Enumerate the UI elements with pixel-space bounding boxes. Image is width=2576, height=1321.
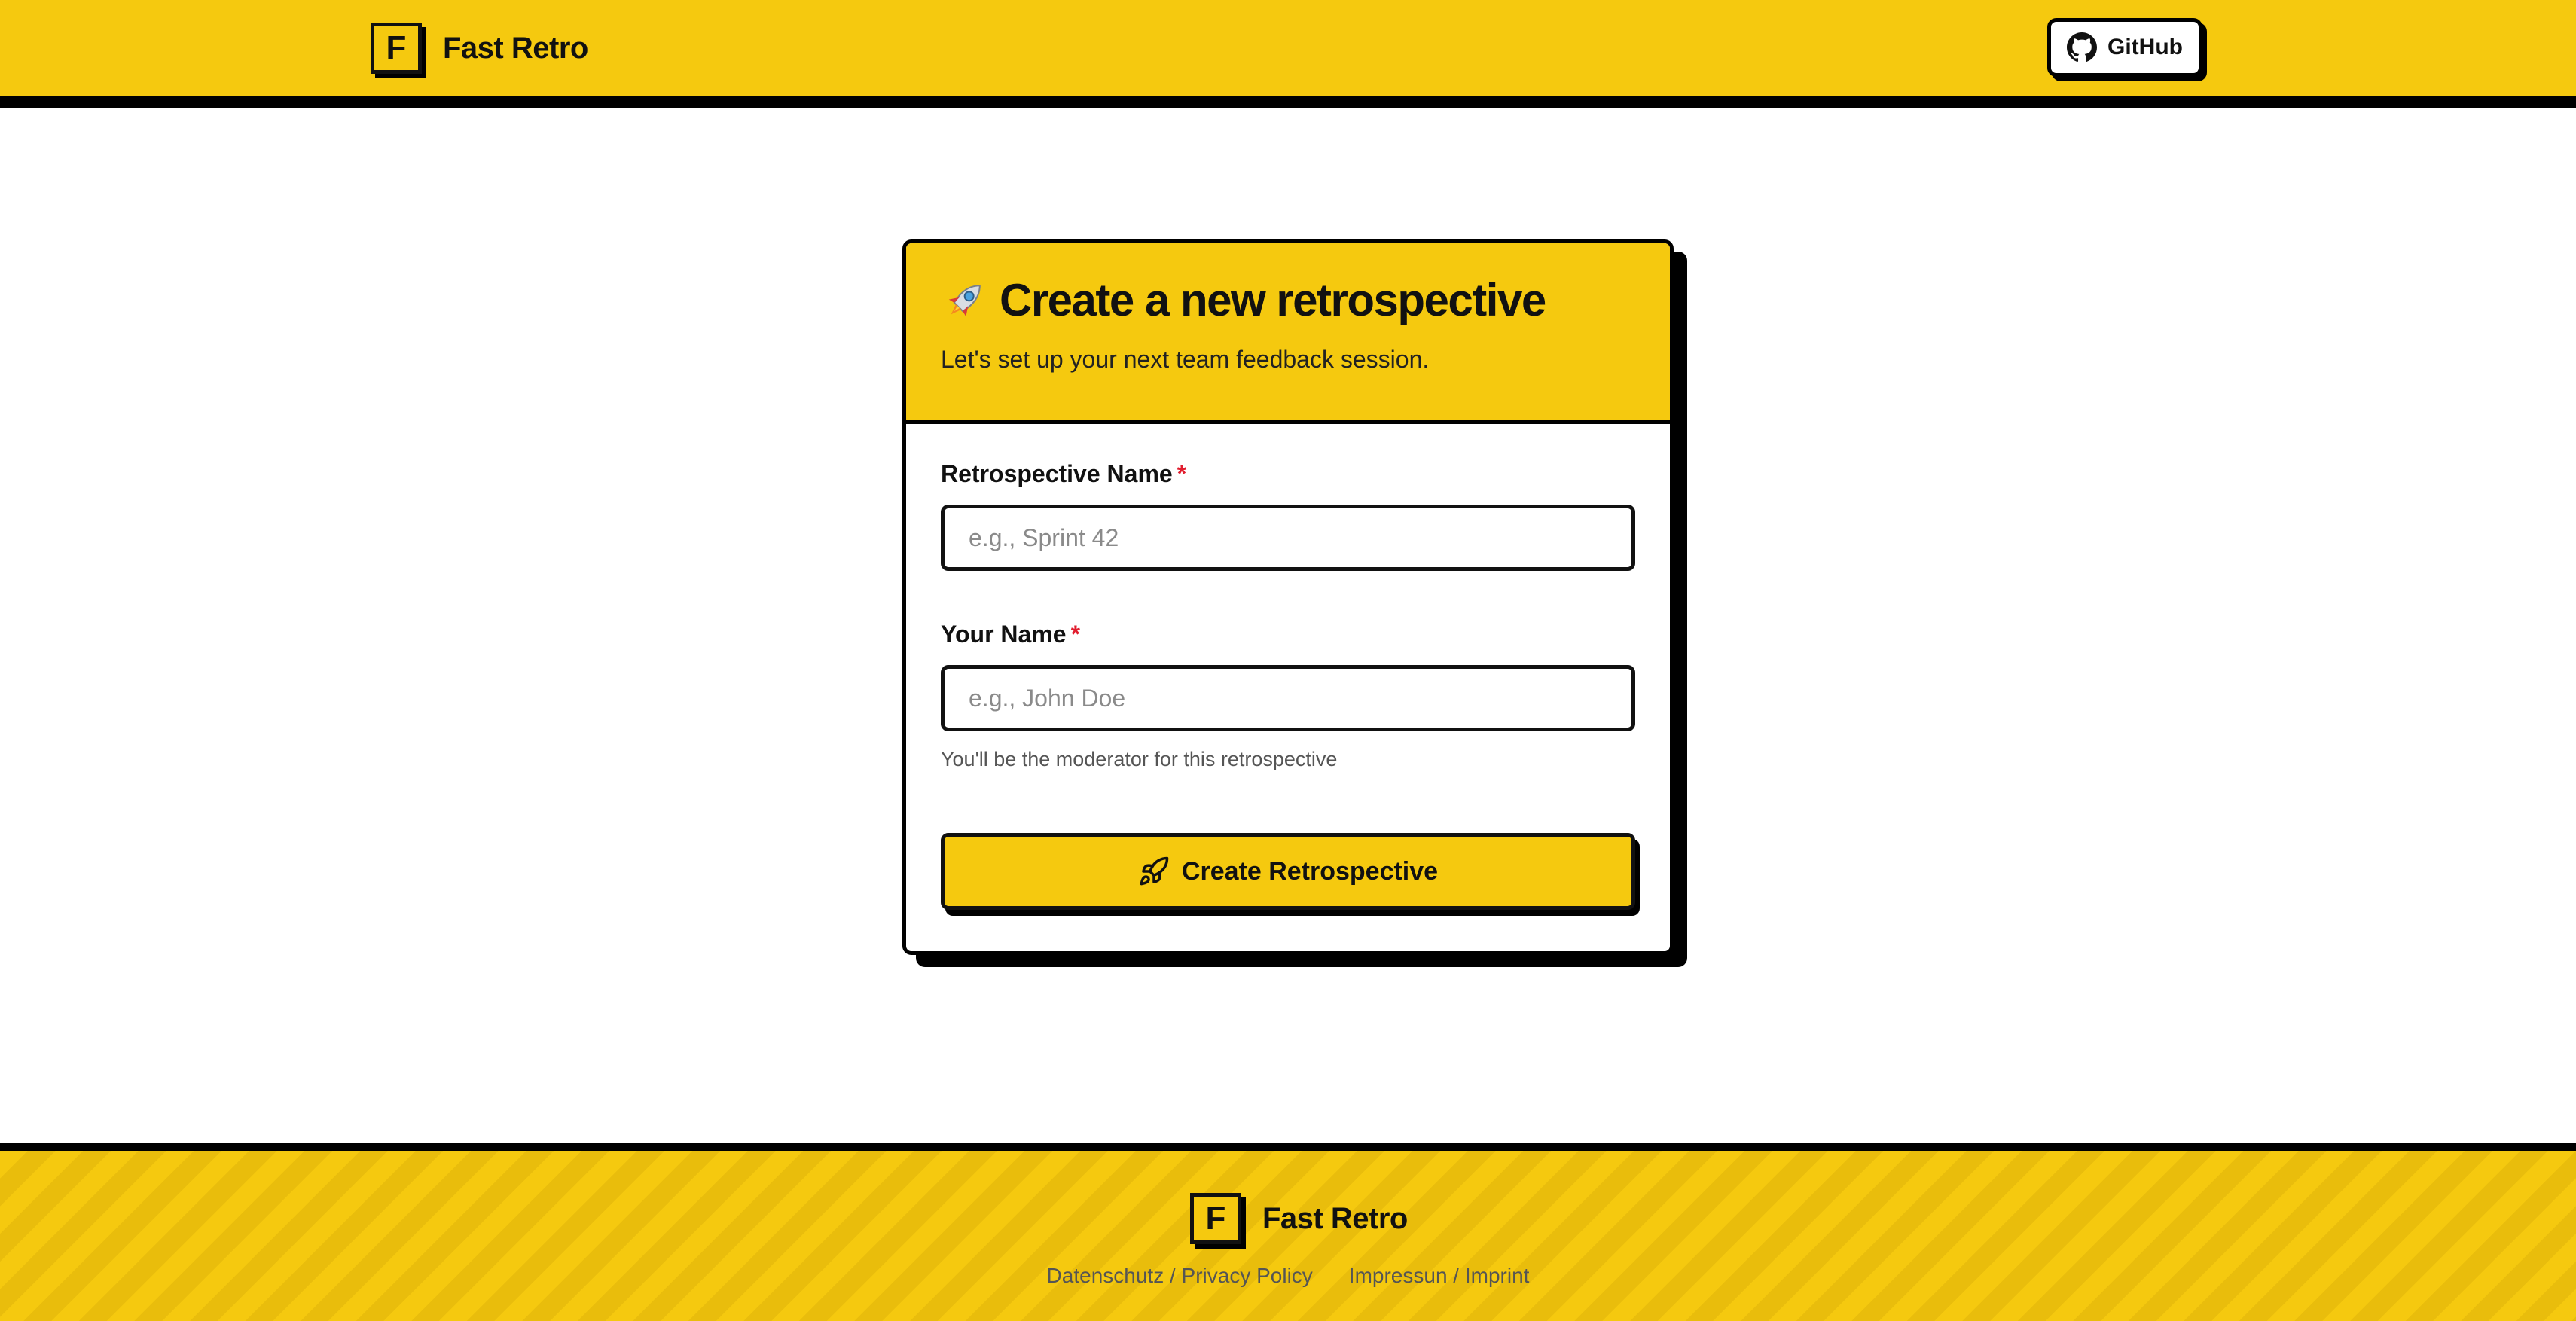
github-icon: [2067, 32, 2097, 63]
rocket-outline-icon: [1140, 856, 1169, 886]
retro-name-label-text: Retrospective Name: [941, 460, 1173, 487]
create-retrospective-label: Create Retrospective: [1181, 856, 1439, 886]
top-header: F Fast Retro GitHub: [0, 0, 2576, 108]
footer-links: Datenschutz / Privacy Policy Impressun /…: [0, 1264, 2576, 1288]
required-asterisk: *: [1177, 460, 1187, 487]
logo-icon: F: [371, 23, 422, 74]
page-title: Create a new retrospective: [941, 276, 1670, 325]
title-text: Create a new retrospective: [1000, 275, 1546, 325]
rocket-icon: [948, 285, 981, 317]
your-name-field: Your Name* You'll be the moderator for t…: [941, 621, 1635, 771]
brand-name: Fast Retro: [443, 31, 588, 65]
footer: F Fast Retro Datenschutz / Privacy Polic…: [0, 1143, 2576, 1321]
page-subtitle: Let's set up your next team feedback ses…: [941, 346, 1430, 373]
your-name-label-text: Your Name: [941, 621, 1067, 648]
form-body: Retrospective Name* Your Name* You'll be…: [906, 424, 1670, 910]
retro-name-field: Retrospective Name *: [941, 460, 1635, 571]
footer-brand-link[interactable]: F Fast Retro: [1190, 1193, 1408, 1244]
your-name-label: Your Name *: [941, 621, 1080, 648]
imprint-link[interactable]: Impressun / Imprint: [1349, 1264, 1530, 1288]
retro-name-input[interactable]: [941, 505, 1635, 571]
card-header: Create a new retrospective Let's set up …: [906, 243, 1670, 424]
footer-logo-icon: F: [1190, 1193, 1241, 1244]
header-brand-link[interactable]: F Fast Retro: [371, 23, 588, 74]
your-name-input[interactable]: [941, 665, 1635, 731]
privacy-policy-link[interactable]: Datenschutz / Privacy Policy: [1047, 1264, 1313, 1288]
moderator-help-text: You'll be the moderator for this retrosp…: [941, 748, 1338, 770]
github-button[interactable]: GitHub: [2047, 18, 2202, 77]
create-retro-card: Create a new retrospective Let's set up …: [902, 239, 1674, 955]
footer-brand-name: Fast Retro: [1262, 1201, 1408, 1235]
retro-name-label: Retrospective Name *: [941, 460, 1186, 487]
required-asterisk: *: [1070, 621, 1081, 648]
create-retrospective-button[interactable]: Create Retrospective: [941, 833, 1635, 910]
github-label: GitHub: [2107, 35, 2183, 59]
